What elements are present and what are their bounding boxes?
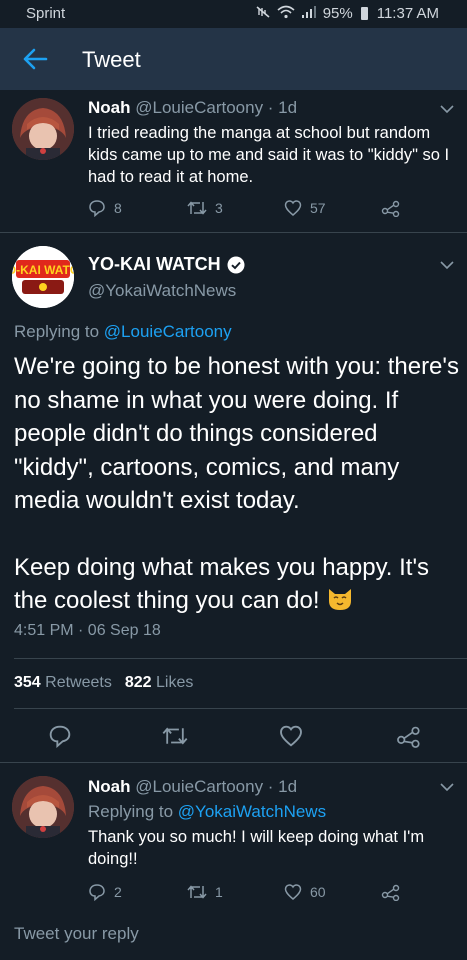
tweet-stats: 354 Retweets 822 Likes: [14, 674, 193, 692]
chevron-down-icon[interactable]: [440, 782, 454, 792]
like-button[interactable]: 60: [284, 883, 326, 901]
mention-link[interactable]: @YokaiWatchNews: [178, 802, 326, 821]
avatar[interactable]: [12, 98, 74, 160]
divider: [14, 658, 467, 659]
reply-button[interactable]: 8: [88, 199, 122, 217]
author-handle: @YokaiWatchNews: [88, 281, 237, 300]
replying-prefix: Replying to: [14, 322, 100, 341]
replying-prefix: Replying to: [88, 802, 174, 821]
app-bar: Tweet: [0, 28, 467, 90]
share-button[interactable]: [381, 199, 401, 217]
share-icon: [381, 200, 400, 217]
avatar-image-icon: [12, 776, 74, 838]
like-count: 60: [310, 884, 326, 900]
retweet-button[interactable]: 3: [187, 199, 223, 217]
retweet-icon: [162, 727, 188, 745]
signal-icon: [301, 5, 317, 22]
reply-tweet-author: Noah @LouieCartoony · 1d: [88, 777, 297, 797]
reply-button[interactable]: 2: [88, 883, 122, 901]
retweets-count: 354: [14, 674, 41, 691]
tweet-timestamp: 4:51 PM · 06 Sep 18: [14, 622, 161, 639]
reply-composer: [0, 906, 467, 960]
main-tweet-text: We're going to be honest with you: there…: [14, 350, 459, 618]
author-handle: @LouieCartoony · 1d: [135, 777, 298, 796]
yokai-watch-logo-icon: YO-KAI WATCH: [12, 246, 74, 308]
like-button[interactable]: 57: [284, 199, 326, 217]
author-name[interactable]: Noah: [88, 777, 131, 796]
heart-icon: [284, 200, 302, 216]
replying-to: Replying to @LouieCartoony: [14, 322, 232, 342]
clock: 11:37 AM: [376, 5, 439, 22]
share-button[interactable]: [381, 883, 401, 901]
share-icon: [397, 726, 420, 748]
tweet-paragraph: We're going to be honest with you: there…: [14, 353, 459, 514]
carrier-label: Sprint: [26, 5, 66, 22]
avatar[interactable]: [12, 776, 74, 838]
verified-badge-icon: [227, 256, 245, 273]
share-icon: [381, 884, 400, 901]
like-button[interactable]: [279, 724, 303, 748]
retweet-icon: [187, 201, 207, 215]
retweet-icon: [187, 885, 207, 899]
reply-tweet-text: Thank you so much! I will keep doing wha…: [88, 828, 425, 868]
reply-button[interactable]: [48, 724, 72, 748]
share-button[interactable]: [396, 724, 422, 748]
main-tweet-actions: [0, 722, 467, 750]
logo-text: YO-KAI WATCH: [12, 263, 74, 277]
reply-count: 8: [114, 200, 122, 216]
status-icons: 95% 11:37 AM: [255, 5, 439, 22]
nfc-mute-icon: [255, 5, 271, 22]
parent-tweet-text: I tried reading the manga at school but …: [88, 124, 450, 186]
status-bar: Sprint 95% 11:37 AM: [0, 0, 467, 28]
mention-link[interactable]: @LouieCartoony: [104, 322, 232, 341]
cat-emoji-icon: [329, 589, 352, 610]
retweets-stat[interactable]: 354 Retweets: [14, 674, 112, 692]
like-count: 57: [310, 200, 326, 216]
back-arrow-icon[interactable]: [22, 46, 48, 72]
heart-icon: [280, 725, 302, 747]
chevron-down-icon[interactable]: [440, 260, 454, 270]
tweet-paragraph: Keep doing what makes you happy. It's th…: [14, 551, 459, 618]
reply-tweet-actions: 2 1 60: [0, 883, 467, 907]
parent-tweet-author: Noah @LouieCartoony · 1d: [88, 98, 297, 118]
divider: [14, 708, 467, 709]
likes-count: 822: [124, 674, 152, 691]
reply-icon: [89, 200, 105, 217]
retweets-label: Retweets: [45, 674, 112, 691]
heart-icon: [284, 884, 302, 900]
likes-stat[interactable]: 822 Likes: [125, 674, 194, 692]
reply-icon: [49, 725, 71, 748]
yokai-watch-avatar[interactable]: YO-KAI WATCH: [12, 246, 74, 308]
replying-to: Replying to @YokaiWatchNews: [88, 802, 326, 822]
chevron-down-icon[interactable]: [440, 104, 454, 114]
reply-count: 2: [114, 884, 122, 900]
main-tweet-author[interactable]: YO-KAI WATCH: [88, 254, 245, 275]
parent-tweet-actions: 8 3 57: [0, 199, 467, 223]
retweet-count: 3: [215, 200, 223, 216]
tweet-paragraph-text: Keep doing what makes you happy. It's th…: [14, 553, 430, 615]
likes-label: Likes: [156, 674, 194, 691]
divider: [0, 762, 467, 763]
retweet-button[interactable]: [162, 724, 188, 748]
reply-icon: [89, 884, 105, 901]
reply-input[interactable]: [14, 921, 444, 947]
wifi-icon: [277, 5, 295, 22]
author-name[interactable]: Noah: [88, 98, 131, 117]
battery-level: 95%: [322, 5, 353, 22]
author-handle: @LouieCartoony · 1d: [135, 98, 298, 117]
retweet-button[interactable]: 1: [187, 883, 223, 901]
retweet-count: 1: [215, 884, 223, 900]
page-title: Tweet: [82, 47, 141, 72]
author-name: YO-KAI WATCH: [88, 254, 221, 274]
avatar-image-icon: [12, 98, 74, 160]
divider: [0, 232, 467, 233]
battery-icon: [360, 7, 368, 20]
